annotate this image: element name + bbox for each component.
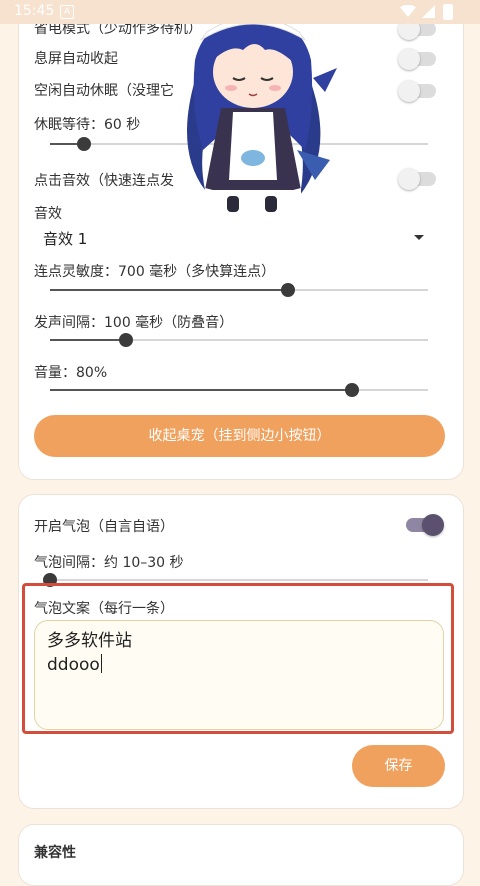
compat-card <box>18 824 464 886</box>
sensitivity-label: 连点灵敏度：700 毫秒（多快算连点） <box>34 264 276 280</box>
bubble-enable-label: 开启气泡（自言自语） <box>34 519 174 535</box>
text-line: 多多软件站 <box>47 631 132 651</box>
volume-slider[interactable] <box>50 383 428 397</box>
signal-icon <box>422 5 435 18</box>
text-line: ddooo <box>47 655 100 675</box>
collapse-pet-button[interactable]: 收起桌宠（挂到侧边小按钮） <box>34 415 445 457</box>
bubble-interval-label: 气泡间隔：约 10–30 秒 <box>34 555 184 571</box>
bubble-text-label: 气泡文案（每行一条） <box>34 601 174 617</box>
save-button[interactable]: 保存 <box>352 745 445 787</box>
sound-effect-label: 音效 <box>34 206 62 222</box>
sound-interval-label: 发声间隔：100 毫秒（防叠音） <box>34 315 234 331</box>
idle-sleep-label: 空闲自动休眠（没理它 <box>34 83 174 99</box>
sound-effect-dropdown[interactable]: 音效 1 <box>34 226 428 252</box>
text-cursor <box>100 654 103 673</box>
idle-sleep-switch[interactable] <box>398 80 436 102</box>
wifi-icon <box>400 5 416 17</box>
sound-effect-value: 音效 1 <box>43 230 88 248</box>
screen-off-switch[interactable] <box>398 48 436 70</box>
power-save-switch[interactable] <box>398 18 436 40</box>
sleep-wait-label: 休眠等待：60 秒 <box>34 117 141 133</box>
slider-knob[interactable] <box>77 137 92 151</box>
battery-icon <box>443 4 453 20</box>
caret-down-icon <box>414 235 424 240</box>
sound-interval-slider[interactable] <box>50 333 428 347</box>
status-time: 15:45 <box>14 3 55 19</box>
volume-label: 音量：80% <box>34 365 108 381</box>
click-sound-switch[interactable] <box>398 168 436 190</box>
slider-knob[interactable] <box>118 333 133 347</box>
bubble-text-input[interactable]: 多多软件站 ddooo <box>34 620 444 730</box>
compat-title: 兼容性 <box>34 845 76 861</box>
sensitivity-slider[interactable] <box>50 283 428 297</box>
click-sound-label: 点击音效（快速连点发 <box>34 173 174 189</box>
notification-a-icon: A <box>60 5 74 19</box>
bubble-enable-switch[interactable] <box>406 514 444 536</box>
screen-off-label: 息屏自动收起 <box>34 51 118 67</box>
bubble-interval-slider[interactable] <box>43 573 428 587</box>
mascot-icon[interactable] <box>165 0 340 218</box>
status-bar: 15:45 A <box>0 0 480 24</box>
